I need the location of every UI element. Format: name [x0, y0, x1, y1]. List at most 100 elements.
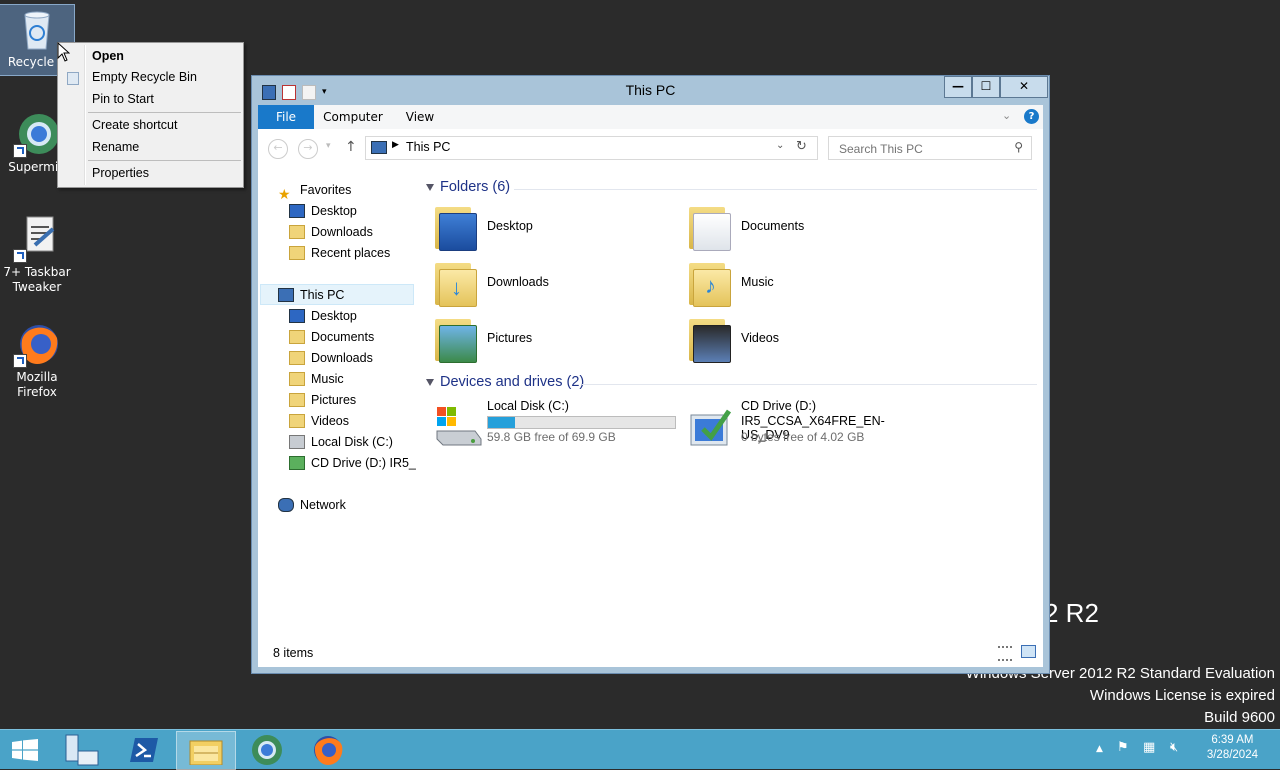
drive-tile-local-disk[interactable]: Local Disk (C:) 59.8 GB free of 69.9 GB	[427, 399, 677, 451]
context-menu: Open Empty Recycle Bin Pin to Start Crea…	[57, 42, 244, 188]
mouse-cursor-icon	[57, 42, 70, 62]
menu-item-rename[interactable]: Rename	[60, 137, 241, 158]
devices-group-header[interactable]: Devices and drives (2)	[426, 374, 584, 390]
expand-ribbon-icon[interactable]: ⌄	[1002, 109, 1011, 122]
folders-divider	[514, 189, 1037, 190]
recent-locations-icon[interactable]: ▾	[326, 141, 331, 151]
collapse-triangle-icon	[426, 183, 434, 191]
search-icon[interactable]: ⚲	[1014, 140, 1023, 154]
tab-computer[interactable]: Computer	[320, 105, 386, 129]
menu-separator	[88, 112, 241, 113]
network-tray-icon[interactable]: ▦	[1143, 740, 1155, 755]
desktop-icon-taskbar-tweaker[interactable]: 7+ Taskbar Tweaker	[0, 215, 74, 295]
taskbar-firefox[interactable]	[299, 731, 357, 768]
taskbar-tweaker-label: 7+ Taskbar Tweaker	[3, 265, 71, 294]
supermium-icon	[252, 735, 282, 765]
tree-favorites-downloads[interactable]: Downloads	[289, 222, 373, 243]
action-center-flag-icon[interactable]: ⚑	[1117, 740, 1129, 755]
cd-drive-icon	[289, 455, 305, 470]
refresh-icon[interactable]: ↻	[796, 139, 807, 154]
taskbar-supermium[interactable]	[238, 731, 296, 768]
search-box[interactable]: ⚲	[828, 136, 1032, 160]
watermark-license: Windows License is expired	[1089, 687, 1275, 704]
taskbar-tweaker-icon	[13, 215, 61, 263]
start-button[interactable]	[0, 731, 58, 768]
tab-file[interactable]: File	[258, 105, 314, 129]
menu-item-create-shortcut[interactable]: Create shortcut	[60, 115, 241, 136]
tree-pictures[interactable]: Pictures	[289, 390, 356, 411]
disk-usage-bar	[487, 416, 676, 429]
title-bar[interactable]: ▾ This PC — ☐ ✕	[252, 76, 1049, 104]
tab-view[interactable]: View	[398, 105, 442, 129]
tree-favorites[interactable]: ★ Favorites	[278, 180, 351, 201]
pc-icon	[278, 287, 294, 302]
forward-arrow-icon[interactable]: →	[298, 139, 318, 159]
firefox-label: Mozilla Firefox	[16, 370, 58, 399]
help-icon[interactable]: ?	[1024, 109, 1039, 124]
address-bar[interactable]: ▶ This PC ⌄ ↻	[365, 136, 818, 160]
videos-icon	[289, 413, 305, 428]
details-view-icon[interactable]	[998, 646, 1012, 661]
documents-folder-icon	[689, 203, 731, 251]
up-arrow-icon[interactable]: ↑	[345, 139, 357, 155]
tree-local-disk[interactable]: Local Disk (C:)	[289, 432, 393, 453]
downloads-icon	[289, 350, 305, 365]
menu-item-pin-to-start[interactable]: Pin to Start	[60, 89, 241, 110]
recycle-bin-icon	[13, 5, 61, 53]
tree-desktop[interactable]: Desktop	[289, 306, 357, 327]
folder-tile-videos[interactable]: Videos	[681, 313, 931, 365]
folder-tile-documents[interactable]: Documents	[681, 201, 931, 253]
shortcut-arrow-icon	[13, 144, 27, 158]
firefox-icon	[13, 320, 61, 368]
menu-separator	[88, 160, 241, 161]
taskbar-server-manager[interactable]	[58, 731, 116, 768]
folder-tile-music[interactable]: ♪ Music	[681, 257, 931, 309]
tree-favorites-desktop[interactable]: Desktop	[289, 201, 357, 222]
taskbar-powershell[interactable]	[116, 731, 174, 768]
music-icon	[289, 371, 305, 386]
explorer-body: File Computer View ⌄ ? ← → ▾ ↑ ▶ This PC…	[258, 105, 1043, 667]
show-hidden-icons-chevron[interactable]: ▲	[1096, 744, 1103, 754]
large-icons-view-icon[interactable]	[1021, 645, 1036, 658]
desktop-icon	[289, 203, 305, 218]
back-arrow-icon[interactable]: ←	[268, 139, 288, 159]
taskbar-file-explorer[interactable]	[176, 731, 236, 770]
drive-name: CD Drive (D:)	[741, 399, 816, 413]
folder-label: Videos	[741, 331, 779, 345]
menu-item-open[interactable]: Open	[60, 46, 241, 67]
search-input[interactable]	[837, 141, 1011, 157]
windows-logo-icon	[12, 739, 38, 761]
tree-documents[interactable]: Documents	[289, 327, 374, 348]
tree-recent-places[interactable]: Recent places	[289, 243, 390, 264]
maximize-button[interactable]: ☐	[972, 76, 1000, 98]
tree-network[interactable]: Network	[278, 495, 346, 516]
documents-icon	[289, 329, 305, 344]
network-icon	[278, 497, 294, 512]
folder-tile-desktop[interactable]: Desktop	[427, 201, 677, 253]
clock-date: 3/28/2024	[1206, 749, 1258, 761]
menu-item-properties[interactable]: Properties	[60, 163, 241, 184]
tree-music[interactable]: Music	[289, 369, 344, 390]
folder-tile-pictures[interactable]: Pictures	[427, 313, 677, 365]
volume-muted-icon[interactable]: 🔇︎	[1170, 740, 1178, 755]
tree-this-pc[interactable]: This PC	[260, 284, 414, 305]
downloads-icon	[289, 224, 305, 239]
navigation-bar: ← → ▾ ↑ ▶ This PC ⌄ ↻ ⚲	[258, 129, 1043, 167]
folder-label: Desktop	[487, 219, 533, 233]
close-button[interactable]: ✕	[1000, 76, 1048, 98]
desktop-icon-firefox[interactable]: Mozilla Firefox	[0, 320, 74, 400]
menu-item-empty-recycle-bin[interactable]: Empty Recycle Bin	[60, 67, 241, 88]
folder-tile-downloads[interactable]: ↓ Downloads	[427, 257, 677, 309]
minimize-button[interactable]: —	[944, 76, 972, 98]
address-dropdown-icon[interactable]: ⌄	[776, 140, 784, 151]
folders-group-header[interactable]: Folders (6)	[426, 179, 510, 195]
drive-tile-cd[interactable]: CD Drive (D:) IR5_CCSA_X64FRE_EN-US_DV9 …	[681, 399, 931, 451]
folder-label: Pictures	[487, 331, 533, 345]
star-icon: ★	[278, 185, 291, 201]
tree-cd-drive[interactable]: CD Drive (D:) IR5_CC	[289, 453, 416, 474]
tree-videos[interactable]: Videos	[289, 411, 349, 432]
downloads-folder-icon: ↓	[435, 259, 477, 307]
system-clock[interactable]: 6:39 AM 3/28/2024	[1207, 733, 1258, 763]
disk-usage-fill	[488, 417, 516, 428]
tree-downloads[interactable]: Downloads	[289, 348, 373, 369]
